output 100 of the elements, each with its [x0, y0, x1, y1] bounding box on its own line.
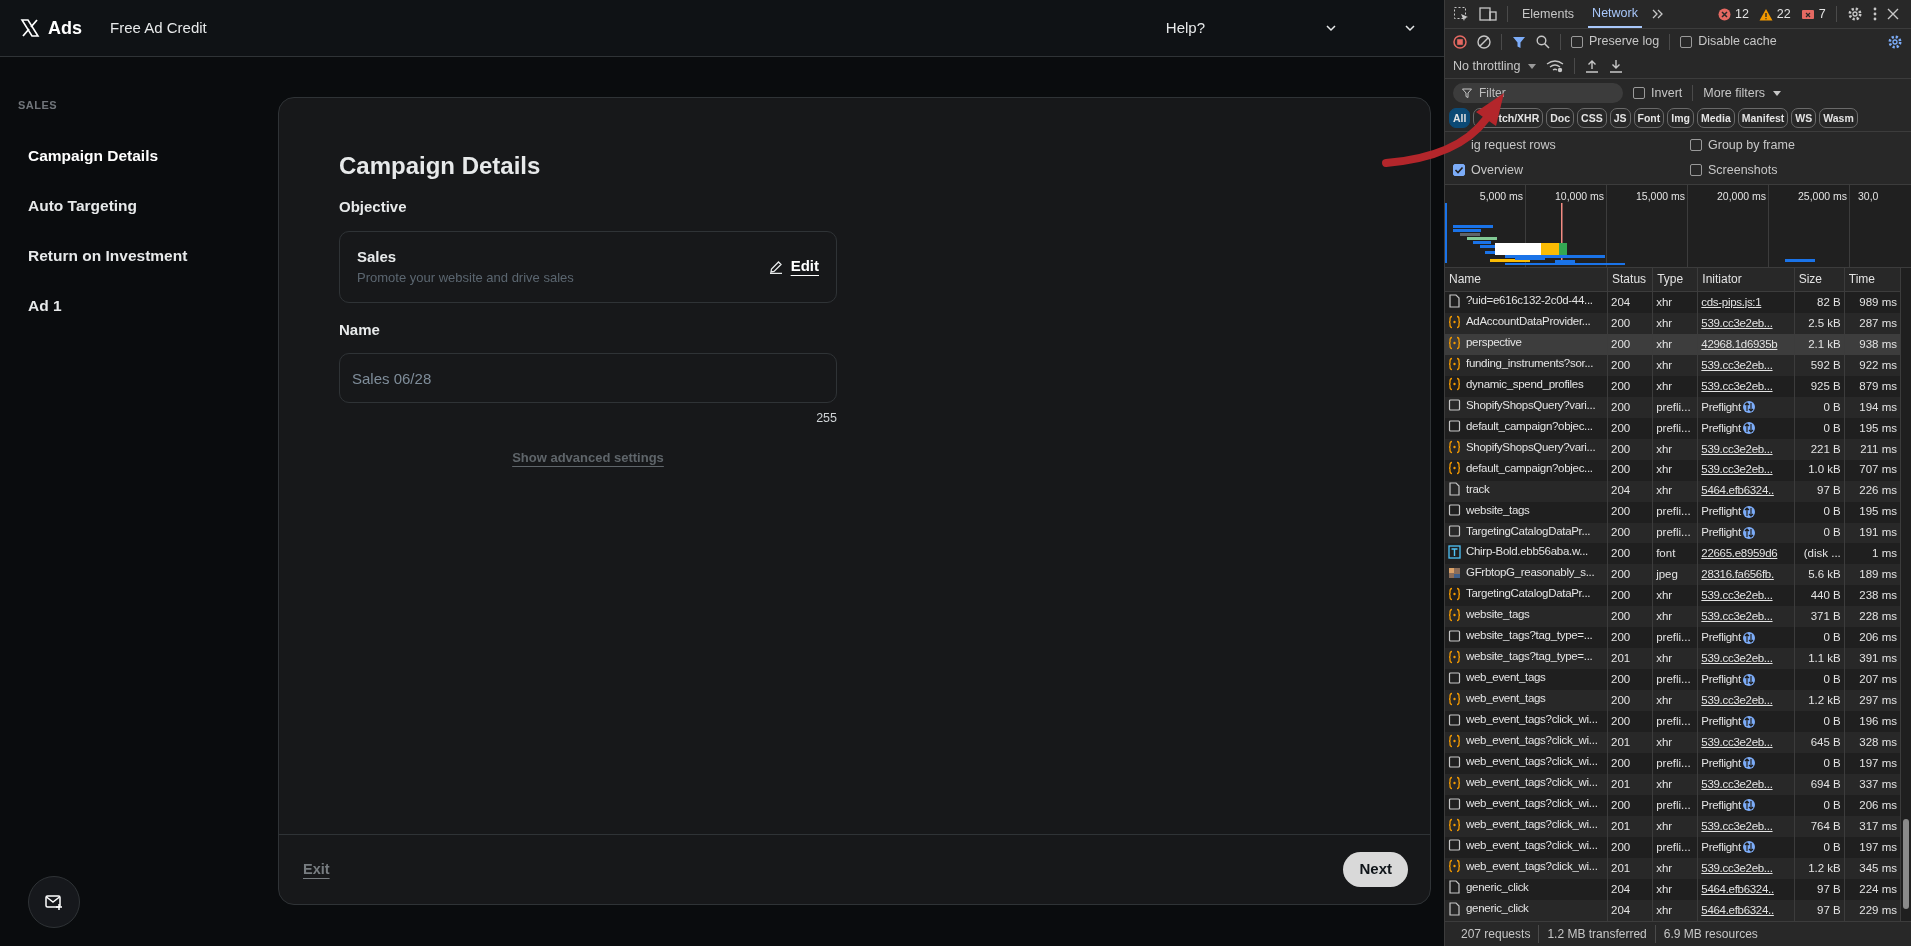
sidebar-item[interactable]: Ad 1 [18, 279, 278, 332]
panel-tab[interactable]: Network [1588, 0, 1642, 28]
initiator-text: Preflight [1701, 504, 1741, 520]
braces-icon [1448, 607, 1461, 622]
initiator-link[interactable]: 539.cc3e2eb... [1701, 463, 1773, 476]
error-icon [1717, 7, 1731, 21]
type-filter-chip[interactable]: Manifest [1737, 108, 1789, 128]
help-menu[interactable]: Help? [1165, 16, 1205, 40]
chevron-down-icon[interactable] [1404, 23, 1416, 33]
request-name[interactable]: web_event_tags [1466, 669, 1546, 687]
clear-icon[interactable] [1477, 34, 1491, 49]
initiator-link[interactable]: cds-pips.js:1 [1701, 295, 1762, 308]
next-button[interactable]: Next [1343, 852, 1408, 887]
square-icon [1448, 419, 1461, 434]
close-icon[interactable] [1886, 8, 1899, 20]
request-name[interactable]: dynamic_spend_profiles [1466, 375, 1584, 394]
checkbox[interactable] [1633, 87, 1645, 99]
chevron-down-icon[interactable] [1325, 23, 1337, 33]
settings-icon[interactable] [1887, 33, 1903, 50]
table-cell: font [1652, 543, 1698, 565]
table-cell: 200 [1607, 669, 1653, 691]
request-name[interactable]: track [1466, 480, 1490, 498]
table-cell: xhr [1652, 585, 1698, 607]
table-cell: 200 [1607, 585, 1653, 607]
more-filters-dropdown[interactable]: More filters [1703, 83, 1782, 103]
table-cell: 207 ms [1844, 669, 1901, 691]
sidebar-item[interactable]: Campaign Details [18, 129, 278, 182]
column-header[interactable]: Name [1445, 267, 1608, 292]
name-input[interactable]: Sales 06/28 [339, 353, 837, 403]
request-name[interactable]: generic_click [1466, 878, 1529, 896]
document-icon [1448, 293, 1461, 308]
type-filter-chip[interactable]: Font [1633, 108, 1665, 128]
checkbox[interactable] [1690, 164, 1702, 177]
table-cell: 201 [1607, 648, 1653, 670]
braces-icon [1448, 335, 1461, 350]
request-name[interactable]: website_tags [1466, 501, 1530, 519]
type-filter-chip[interactable]: Wasm [1819, 108, 1858, 128]
exit-link[interactable]: Exit [303, 858, 330, 881]
device-toolbar-icon[interactable] [1479, 6, 1497, 22]
issue-icon [1800, 7, 1815, 21]
compose-button[interactable] [28, 876, 80, 928]
type-filter-chip[interactable]: CSS [1577, 108, 1607, 128]
initiator-link[interactable]: 539.cc3e2eb... [1701, 589, 1773, 602]
checkbox[interactable] [1680, 35, 1693, 48]
checkbox[interactable] [1690, 139, 1702, 152]
network-conditions-icon[interactable] [1546, 59, 1565, 73]
request-name[interactable]: default_campaign?objec... [1466, 459, 1593, 477]
filter-icon[interactable] [1512, 34, 1526, 49]
table-cell: 0 B [1794, 627, 1845, 649]
type-filter-chip[interactable]: JS [1609, 108, 1631, 128]
column-header[interactable]: Initiator [1697, 267, 1795, 292]
inspect-icon[interactable] [1453, 6, 1469, 22]
type-filter-chip[interactable]: Media [1696, 108, 1735, 128]
table-cell: xhr [1652, 732, 1698, 753]
request-name[interactable]: Chirp-Bold.ebb56aba.w... [1466, 543, 1588, 561]
type-filter-chip[interactable]: Doc [1546, 108, 1575, 128]
warning-count: 22 [1776, 5, 1791, 23]
search-icon[interactable] [1536, 34, 1550, 49]
type-filter-chip[interactable]: WS [1791, 108, 1817, 128]
edit-button[interactable]: Edit [790, 255, 819, 278]
table-cell: prefli... [1652, 711, 1698, 733]
stop-recording-icon[interactable] [1453, 34, 1467, 49]
request-name[interactable]: web_event_tags?click_wi... [1466, 794, 1598, 813]
request-name[interactable]: ?uid=e616c132-2c0d-44... [1466, 292, 1593, 310]
filter-field[interactable]: Filter [1453, 83, 1623, 103]
request-name[interactable]: default_campaign?objec... [1466, 417, 1593, 435]
more-filters-label: More filters [1703, 84, 1766, 102]
table-cell: 1 ms [1844, 543, 1901, 565]
table-cell: xhr [1652, 648, 1698, 670]
type-filter-chip[interactable]: All [1449, 108, 1471, 128]
panel-tab[interactable]: Elements [1518, 0, 1579, 28]
settings-icon[interactable] [1846, 6, 1863, 22]
initiator-text: Preflight [1701, 399, 1741, 415]
nav-link[interactable]: Free Ad Credit [110, 16, 207, 40]
mail-plus-icon [45, 894, 63, 910]
request-name[interactable]: web_event_tags?click_wi... [1466, 711, 1598, 729]
status-text: 1.2 MB transferred [1539, 925, 1656, 943]
table-cell: 1.2 kB [1794, 690, 1845, 712]
sidebar-item[interactable]: Auto Targeting [18, 179, 278, 232]
table-cell: 201 [1607, 732, 1653, 753]
checkbox-label: Invert [1651, 84, 1683, 102]
upload-icon[interactable] [1585, 59, 1600, 73]
selected-row[interactable]: perspective 200 xhr 42968.1d6935b 2.1 kB 938 ms [1445, 333, 1901, 355]
checkbox[interactable] [1453, 164, 1465, 177]
square-icon [1448, 670, 1461, 685]
table-cell: 391 ms [1844, 648, 1901, 670]
checkbox[interactable] [1571, 35, 1583, 48]
type-filter-chip[interactable]: Img [1667, 108, 1694, 128]
initiator-text: Preflight [1701, 797, 1741, 813]
initiator-link[interactable]: 539.cc3e2eb... [1701, 379, 1773, 392]
more-options-icon[interactable] [1872, 7, 1877, 21]
request-name[interactable]: web_event_tags?click_wi... [1466, 836, 1598, 855]
request-name[interactable]: website_tags?tag_type=... [1466, 627, 1593, 645]
sidebar-item[interactable]: Return on Investment [18, 229, 278, 282]
error-count: 12 [1734, 5, 1749, 23]
request-name[interactable]: web_event_tags?click_wi... [1466, 753, 1598, 771]
more-tabs-icon[interactable] [1651, 8, 1664, 20]
request-name[interactable]: TargetingCatalogDataPr... [1466, 585, 1591, 603]
throttling-dropdown[interactable]: No throttling [1453, 56, 1537, 76]
download-icon[interactable] [1609, 59, 1624, 73]
